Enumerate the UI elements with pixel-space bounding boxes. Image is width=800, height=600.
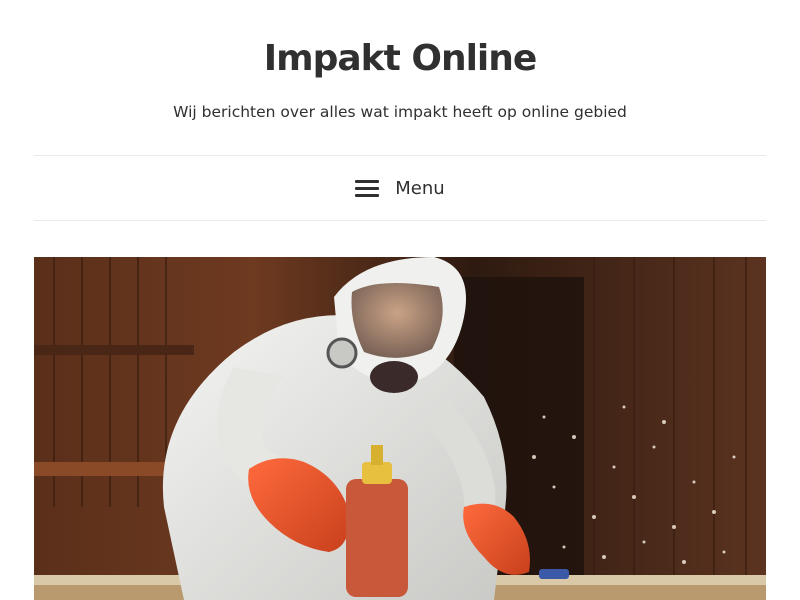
featured-image[interactable] [34,257,766,600]
main-navigation: Menu [34,155,766,221]
site-description: Wij berichten over alles wat impakt heef… [173,103,627,121]
menu-label: Menu [395,177,445,199]
featured-image-illustration [34,257,766,600]
site-title[interactable]: Impakt Online [0,0,800,80]
site-header: Impakt Online Wij berichten over alles w… [0,0,800,122]
menu-toggle-button[interactable]: Menu [345,172,454,205]
hamburger-icon [355,178,380,198]
